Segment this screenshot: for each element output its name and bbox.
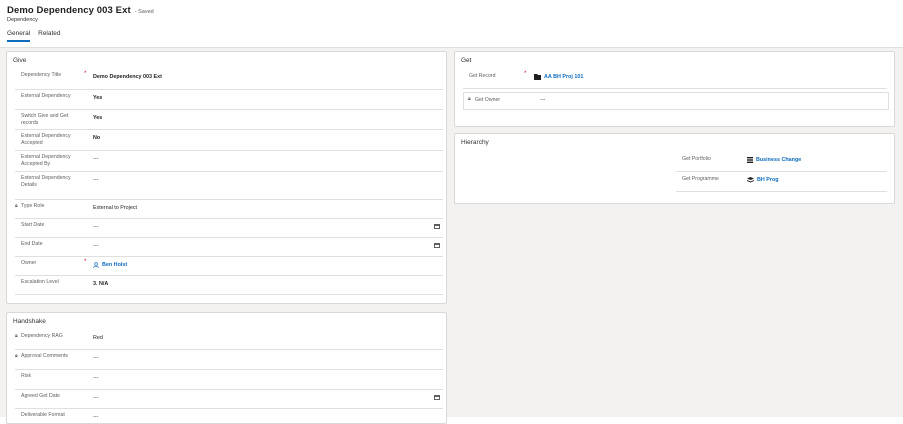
field-label: Get Programme bbox=[682, 176, 719, 182]
field-escalation-level[interactable]: Escalation Level 3. N/A bbox=[15, 276, 443, 295]
required-marker: * bbox=[84, 71, 87, 77]
field-value[interactable]: --- bbox=[93, 177, 98, 183]
field-end-date[interactable]: End Date --- bbox=[15, 238, 443, 257]
field-value[interactable]: --- bbox=[93, 395, 98, 401]
field-get-owner[interactable]: 🔒︎ Get Owner --- bbox=[463, 92, 889, 110]
lock-icon: 🔒︎ bbox=[15, 203, 18, 209]
field-value[interactable]: --- bbox=[93, 156, 98, 162]
field-label: End Date bbox=[21, 241, 43, 247]
field-value[interactable]: BH Prog bbox=[747, 177, 779, 183]
required-marker: * bbox=[84, 259, 87, 265]
entity-name: Dependency bbox=[7, 17, 38, 23]
field-value[interactable]: --- bbox=[93, 375, 98, 381]
field-value[interactable]: Yes bbox=[93, 115, 102, 121]
tab-general[interactable]: General bbox=[7, 30, 31, 42]
field-value: Red bbox=[93, 335, 103, 341]
field-type-role[interactable]: 🔒︎ Type Role External to Project bbox=[15, 200, 443, 219]
field-value[interactable]: 3. N/A bbox=[93, 281, 108, 287]
field-risk[interactable]: Risk --- bbox=[15, 370, 443, 390]
lock-icon: 🔒︎ bbox=[468, 96, 471, 102]
calendar-icon[interactable] bbox=[434, 224, 440, 229]
field-agreed-get-date[interactable]: Agreed Get Date --- bbox=[15, 390, 443, 409]
field-value[interactable]: --- bbox=[93, 224, 98, 230]
save-status: - Saved bbox=[134, 9, 154, 15]
hierarchy-section-title: Hierarchy bbox=[461, 139, 489, 146]
calendar-icon[interactable] bbox=[434, 395, 440, 400]
field-value[interactable]: Ben Holst bbox=[93, 262, 127, 268]
tab-bar: General Related bbox=[7, 30, 69, 42]
field-label: Owner bbox=[21, 260, 37, 266]
get-section-title: Get bbox=[461, 57, 472, 64]
field-label: External Dependency bbox=[21, 93, 71, 99]
record-title: Demo Dependency 003 Ext bbox=[7, 5, 131, 16]
handshake-section-title: Handshake bbox=[13, 318, 46, 325]
field-label: Agreed Get Date bbox=[21, 393, 60, 399]
field-value: --- bbox=[540, 97, 546, 103]
record-header: Demo Dependency 003 Ext - Saved Dependen… bbox=[0, 0, 903, 48]
field-label: Dependency Title bbox=[21, 72, 62, 78]
field-start-date[interactable]: Start Date --- bbox=[15, 219, 443, 238]
field-label: Start Date bbox=[21, 222, 45, 228]
tab-related[interactable]: Related bbox=[38, 30, 60, 42]
required-marker: * bbox=[524, 71, 527, 77]
give-section-title: Give bbox=[13, 57, 27, 64]
field-label: Approval Comments bbox=[21, 353, 68, 359]
field-dependency-rag[interactable]: 🔒︎ Dependency RAG Red bbox=[15, 330, 443, 350]
lock-icon: 🔒︎ bbox=[15, 333, 18, 339]
field-get-record[interactable]: Get Record * AA BH Proj 101 bbox=[463, 69, 887, 89]
field-external-details[interactable]: External Dependency Details --- bbox=[15, 172, 443, 200]
field-external-dependency[interactable]: External Dependency Yes bbox=[15, 90, 443, 110]
field-label: External Dependency Details bbox=[21, 175, 71, 188]
handshake-section: Handshake 🔒︎ Dependency RAG Red 🔒︎ Appro… bbox=[6, 312, 447, 424]
field-label: Escalation Level bbox=[21, 279, 59, 285]
field-approval-comments[interactable]: 🔒︎ Approval Comments --- bbox=[15, 350, 443, 370]
calendar-icon[interactable] bbox=[434, 243, 440, 248]
get-record-link[interactable]: AA BH Proj 101 bbox=[544, 74, 583, 80]
programme-icon bbox=[747, 177, 754, 183]
give-section: Give Dependency Title * Demo Dependency … bbox=[6, 51, 447, 304]
portfolio-icon bbox=[747, 157, 753, 163]
field-external-accepted-by[interactable]: External Dependency Accepted By --- bbox=[15, 151, 443, 172]
field-switch-give-get[interactable]: Switch Give and Get records Yes bbox=[15, 110, 443, 130]
programme-link[interactable]: BH Prog bbox=[757, 177, 779, 183]
lock-icon: 🔒︎ bbox=[15, 353, 18, 359]
field-value[interactable]: --- bbox=[93, 414, 98, 420]
field-label: Get Owner bbox=[475, 97, 501, 103]
field-value[interactable]: --- bbox=[93, 243, 98, 249]
field-label: Deliverable Format bbox=[21, 412, 65, 418]
project-icon bbox=[534, 74, 541, 80]
form-body: Give Dependency Title * Demo Dependency … bbox=[0, 48, 903, 424]
field-external-accepted[interactable]: External Dependency Accepted No bbox=[15, 130, 443, 151]
field-label: External Dependency Accepted By bbox=[21, 154, 71, 167]
field-label: Risk bbox=[21, 373, 32, 379]
portfolio-link[interactable]: Business Change bbox=[756, 157, 801, 163]
field-value[interactable]: AA BH Proj 101 bbox=[534, 74, 583, 80]
owner-link[interactable]: Ben Holst bbox=[102, 262, 127, 268]
field-get-portfolio[interactable]: Get Portfolio Business Change bbox=[676, 152, 887, 172]
field-value[interactable]: Yes bbox=[93, 95, 102, 101]
field-value: --- bbox=[93, 355, 99, 361]
field-label: Dependency RAG bbox=[21, 333, 63, 339]
field-value[interactable]: No bbox=[93, 135, 100, 141]
field-label: Get Record bbox=[469, 73, 496, 79]
field-value: External to Project bbox=[93, 205, 138, 211]
user-icon bbox=[93, 262, 99, 268]
hierarchy-section: Hierarchy Get Portfolio Business Change … bbox=[454, 133, 895, 204]
field-label: Switch Give and Get records bbox=[21, 113, 69, 126]
field-label: Type Role bbox=[21, 203, 45, 209]
field-owner[interactable]: Owner * Ben Holst bbox=[15, 257, 443, 276]
field-get-programme[interactable]: Get Programme BH Prog bbox=[676, 172, 887, 192]
field-value[interactable]: Demo Dependency 003 Ext bbox=[93, 74, 162, 80]
field-dependency-title[interactable]: Dependency Title * Demo Dependency 003 E… bbox=[15, 69, 443, 90]
get-section: Get Get Record * AA BH Proj 101 🔒︎ Get O… bbox=[454, 51, 895, 127]
field-deliverable-format[interactable]: Deliverable Format --- bbox=[15, 409, 443, 423]
field-label: Get Portfolio bbox=[682, 156, 711, 162]
field-value[interactable]: Business Change bbox=[747, 157, 801, 163]
field-label: External Dependency Accepted bbox=[21, 133, 71, 146]
